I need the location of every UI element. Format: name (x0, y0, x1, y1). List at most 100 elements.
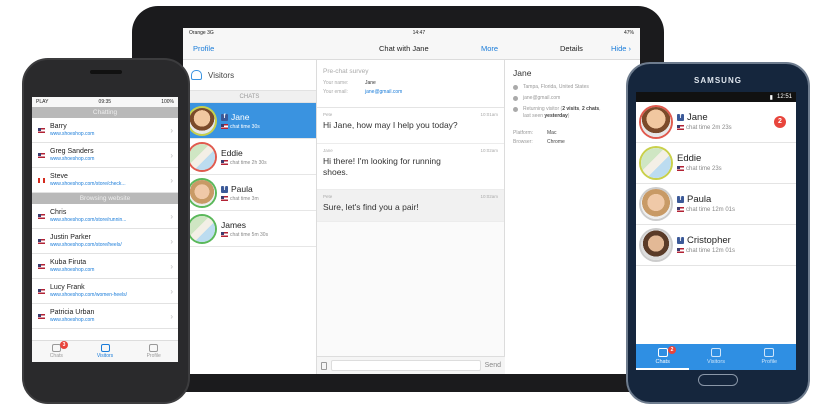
visitor-name: Justin Parker (50, 234, 91, 241)
avatar (641, 230, 671, 260)
message-time: 10:02am (480, 148, 498, 153)
chat-item-eddie[interactable]: Eddie chat time 23s (636, 143, 796, 184)
visitor-url: www.shoeshop.com (50, 317, 95, 323)
returning-visitor-icon (513, 107, 518, 112)
facebook-icon: f (677, 237, 684, 245)
visitor-url: www.shoeshop.com (50, 267, 95, 273)
battery-label: 47% (623, 30, 634, 36)
profile-icon (149, 344, 159, 352)
phone-status-bar: PLAY 09:35 100% (32, 97, 178, 107)
signal-icon: ▮ (769, 94, 773, 101)
message-time: 10:02am (480, 194, 498, 199)
platform-row: Platform: Mac (505, 130, 640, 136)
platform-value: Mac (547, 130, 557, 136)
prechat-name-label: Your name: (323, 80, 349, 86)
list-item[interactable]: Steve www.shoeshop.com/store/check... › (32, 168, 178, 193)
avatar (189, 107, 215, 134)
chat-panel: Pre-chat survey Your name: Jane Your emai… (317, 60, 505, 374)
chat-message: Pete 10:02am Sure, let's find you a pair… (317, 190, 504, 222)
users-icon (710, 348, 721, 357)
details-panel: Jane Tampa, Florida, United States jane@… (505, 60, 640, 374)
browser-label: Browser: (513, 139, 533, 145)
tab-profile[interactable]: Profile (129, 341, 178, 362)
list-item[interactable]: Kuba Firuta www.shoeshop.com › (32, 254, 178, 279)
visitors-panel: Visitors CHATS f Jane chat time 30s Eddie… (183, 60, 317, 374)
tab-visitors[interactable]: Visitors (81, 341, 130, 362)
chat-item-paula[interactable]: f Paula chat time 3m (183, 175, 316, 211)
chat-item-eddie[interactable]: Eddie chat time 2h 30s (183, 139, 316, 175)
list-item[interactable]: Greg Sanders www.shoeshop.com › (32, 143, 178, 168)
more-link[interactable]: More (481, 44, 498, 53)
phone-tab-bar: Chats 3 Visitors Profile (32, 340, 178, 362)
send-button[interactable]: Send (485, 362, 501, 369)
visitors-title: Visitors (208, 70, 235, 80)
map-avatar (641, 148, 671, 178)
visitor-url: www.shoeshop.com (50, 156, 95, 162)
list-item[interactable]: Patricia Urban www.shoeshop.com › (32, 304, 178, 329)
visitor-name: Patricia Urban (50, 309, 95, 316)
chat-item-paula[interactable]: f Paula chat time 12m 01s (636, 184, 796, 225)
tab-label: Chats (655, 359, 670, 365)
home-button[interactable] (698, 374, 738, 386)
android-screen: ▮ 12:51 f Jane chat time 2m 23s 2 Eddie c… (636, 92, 796, 370)
chevron-right-icon: › (628, 44, 632, 53)
list-item[interactable]: Lucy Frank www.shoeshop.com/women-heels/ … (32, 279, 178, 304)
users-icon (100, 344, 110, 352)
profile-link[interactable]: Profile (193, 44, 214, 53)
tab-profile[interactable]: Profile (743, 344, 796, 370)
returning-text: Returning visitor ( (523, 106, 563, 112)
chat-title: Chat with Jane (379, 44, 429, 53)
chatting-section-header: Chatting (32, 107, 178, 118)
message-input[interactable] (331, 360, 481, 371)
tab-chats[interactable]: Chats 2 (636, 344, 690, 370)
chat-message: Pete 10:01am Hi Jane, how may I help you… (317, 108, 504, 144)
chat-item-james[interactable]: James chat time 5m 30s (183, 211, 316, 247)
chat-bubble-icon (657, 348, 668, 357)
carrier-label: PLAY (36, 99, 49, 105)
tab-chats[interactable]: Chats 3 (32, 341, 81, 362)
separator: , (599, 106, 601, 112)
chevron-right-icon: › (170, 151, 173, 160)
chat-item-jane[interactable]: f Jane chat time 30s (183, 103, 316, 139)
visitor-url: www.shoeshop.com/store/heels/ (50, 242, 122, 248)
visitor-name: Jane (513, 68, 532, 78)
list-item[interactable]: Chris www.shoeshop.com/store/runnin... › (32, 204, 178, 229)
prechat-name-value: Jane (365, 80, 376, 86)
chat-item-cristopher[interactable]: f Cristopher chat time 12m 01s (636, 225, 796, 266)
message-author: Pete (323, 112, 333, 117)
chat-name: Eddie (677, 153, 702, 165)
tab-visitors[interactable]: Visitors (689, 344, 742, 370)
email-row: jane@gmail.com (505, 95, 640, 102)
canada-flag-icon (38, 177, 45, 183)
platform-label: Platform: (513, 130, 534, 136)
visitor-name: Kuba Firuta (50, 259, 87, 266)
us-flag-icon (38, 152, 45, 158)
hide-link[interactable]: Hide › (611, 44, 631, 53)
prechat-email-value[interactable]: jane@gmail.com (365, 89, 402, 95)
visitor-url: www.shoeshop.com/store/check... (50, 181, 126, 187)
chat-item-jane[interactable]: f Jane chat time 2m 23s 2 (636, 102, 796, 143)
battery-label: 100% (161, 99, 174, 105)
attachment-icon[interactable] (321, 361, 327, 370)
list-item[interactable]: Barry www.shoeshop.com › (32, 118, 178, 143)
list-item[interactable]: Justin Parker www.shoeshop.com/store/heel… (32, 229, 178, 254)
chat-time: chat time 12m 01s (686, 248, 736, 255)
chevron-right-icon: › (170, 176, 173, 185)
facebook-icon: f (677, 114, 684, 122)
us-flag-icon (38, 263, 45, 269)
last-seen-value: yesterday (544, 113, 568, 119)
us-flag-icon (677, 166, 684, 172)
compose-bar: Send (317, 356, 505, 374)
network-label: 3G (207, 30, 214, 36)
chat-name: James (221, 219, 247, 230)
message-author: Jane (323, 148, 333, 153)
browsing-section-header: Browsing website (32, 193, 178, 204)
chat-time: chat time 3m (230, 195, 259, 202)
avatar (641, 107, 671, 137)
mail-icon (513, 96, 518, 101)
facebook-icon: f (221, 185, 228, 193)
tab-label: Chats (49, 353, 63, 359)
visitor-name: Chris (50, 209, 67, 216)
unread-badge: 3 (60, 341, 68, 349)
chat-time: chat time 30s (230, 123, 260, 130)
